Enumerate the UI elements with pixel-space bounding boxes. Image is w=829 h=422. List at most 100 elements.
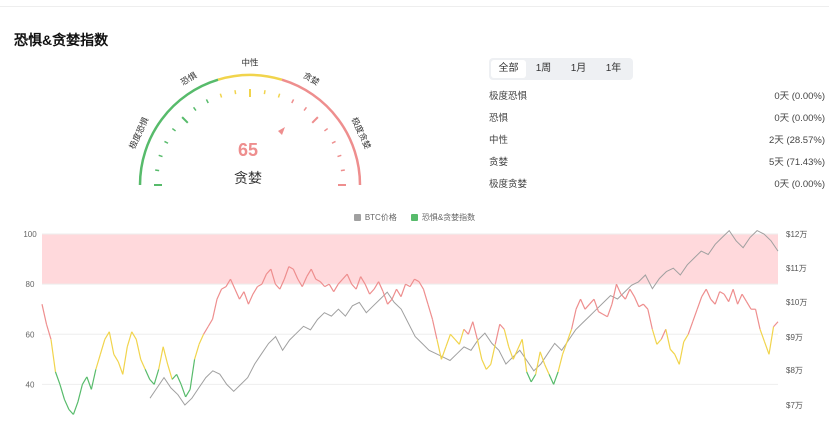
fear-greed-segment: [387, 298, 393, 305]
fear-greed-segment: [633, 296, 640, 307]
gauge-value: 65: [237, 140, 259, 160]
fear-greed-segment: [768, 326, 775, 355]
fear-greed-segment: [759, 329, 766, 342]
fear-greed-segment: [723, 293, 730, 302]
fear-greed-segment: [701, 288, 707, 297]
fear-greed-segment: [90, 369, 97, 390]
stat-value: 0天 (0.00%): [774, 113, 825, 124]
fear-greed-segment: [570, 309, 577, 330]
tab-1-week[interactable]: 1周: [526, 60, 561, 78]
fear-greed-segment: [472, 321, 478, 340]
gauge-tick: [291, 99, 295, 104]
fear-greed-segment: [391, 288, 398, 300]
left-tick-label: 40: [26, 380, 35, 389]
time-range-tabs: 全部 1周 1月 1年: [489, 58, 633, 80]
gauge-tick: [205, 99, 209, 104]
stat-row-greed: 贪婪 5天 (71.43%): [489, 153, 825, 175]
fear-greed-segment: [216, 288, 223, 300]
fear-greed-segment: [117, 361, 124, 375]
fear-greed-segment: [463, 328, 469, 335]
fear-greed-segment: [696, 296, 703, 310]
fear-greed-segment: [369, 288, 375, 295]
fear-greed-segment: [656, 338, 662, 345]
gauge-tick: [263, 90, 266, 95]
right-axis-ticks: $12万 $11万 $10万 $9万 $8万 $7万: [786, 230, 807, 410]
fear-greed-segment: [732, 288, 739, 305]
fear-greed-segment: [95, 354, 101, 370]
fear-greed-segment: [606, 303, 613, 317]
tab-1-year[interactable]: 1年: [596, 60, 631, 78]
fear-greed-segment: [427, 304, 434, 320]
fear-greed-segment: [602, 313, 608, 318]
fear-greed-history-chart: 100 80 60 40 $12万 $11万 $10万 $9万 $8万 $7万: [23, 229, 807, 415]
fear-greed-segment: [189, 359, 196, 390]
fear-greed-segment: [557, 354, 564, 373]
fear-greed-segment: [50, 339, 57, 372]
tab-all[interactable]: 全部: [491, 60, 526, 78]
fear-greed-segment: [490, 344, 496, 365]
fear-greed-segment: [611, 284, 618, 305]
fear-greed-segment: [647, 309, 653, 330]
fear-greed-segment: [176, 374, 182, 385]
fear-greed-segment: [180, 384, 187, 398]
gauge-tick: [192, 106, 197, 112]
sentiment-stats: 极度恐惧 0天 (0.00%) 恐惧 0天 (0.00%) 中性 2天 (28.…: [489, 87, 825, 197]
fear-greed-segment: [615, 283, 622, 295]
fear-greed-segment: [651, 329, 658, 345]
fear-greed-segment: [530, 374, 537, 383]
fear-greed-segment: [710, 298, 716, 305]
fear-greed-segment: [252, 286, 258, 295]
stat-name: 中性: [489, 135, 509, 146]
fear-greed-segment: [140, 359, 146, 370]
fear-greed-segment: [149, 378, 155, 385]
fear-greed-segment: [746, 301, 752, 310]
gauge-tick: [219, 93, 223, 98]
fear-greed-segment: [665, 329, 671, 350]
tab-1-month[interactable]: 1月: [561, 60, 596, 78]
fear-greed-segment: [544, 364, 550, 375]
gauge-pointer-icon: [278, 127, 285, 135]
fear-greed-segment: [45, 324, 52, 340]
fear-greed-segment: [553, 371, 559, 385]
top-divider: [0, 6, 829, 7]
fear-greed-segment: [63, 399, 70, 410]
fear-greed-segment: [203, 326, 209, 335]
legend-swatch: [353, 214, 361, 221]
gauge-zone-label: 中性: [241, 57, 259, 67]
fear-greed-segment: [620, 293, 626, 300]
fear-greed-segment: [589, 298, 595, 305]
fear-greed-segment: [773, 321, 779, 328]
fear-greed-segment: [351, 283, 357, 290]
gauge-tick: [323, 127, 329, 132]
gauge-tick: [311, 116, 319, 124]
gauge-tick: [181, 116, 189, 124]
fear-greed-segment: [234, 288, 241, 300]
fear-greed-segment: [669, 348, 676, 355]
gauge-zone-label: 恐惧: [179, 70, 199, 87]
fear-greed-segment: [728, 288, 734, 302]
fear-greed-segment: [247, 293, 254, 305]
fear-greed-segment: [683, 333, 689, 343]
fear-greed-segment: [454, 338, 460, 345]
fear-greed-segment: [86, 376, 92, 390]
fear-greed-segment: [99, 339, 106, 355]
fear-greed-segment: [328, 283, 335, 292]
fear-greed-segment: [113, 354, 119, 363]
gauge-tick: [303, 106, 308, 112]
fear-greed-segment: [535, 351, 541, 375]
right-tick-label: $12万: [786, 230, 807, 239]
fear-greed-segment: [400, 283, 407, 297]
stat-value: 0天 (0.00%): [774, 91, 825, 102]
fear-greed-segment: [194, 344, 200, 360]
stat-row-neutral: 中性 2天 (28.57%): [489, 131, 825, 153]
stat-value: 5天 (71.43%): [769, 157, 825, 168]
fear-greed-segment: [445, 334, 451, 348]
page-title: 恐惧&贪婪指数: [14, 32, 109, 48]
fear-greed-segment: [104, 331, 110, 340]
fear-greed-segment: [548, 374, 555, 385]
fear-greed-segment: [476, 339, 483, 360]
fear-greed-segment: [238, 291, 245, 300]
fear-greed-segment: [674, 354, 680, 365]
fear-greed-segment: [458, 329, 465, 345]
fear-greed-segment: [81, 376, 88, 385]
